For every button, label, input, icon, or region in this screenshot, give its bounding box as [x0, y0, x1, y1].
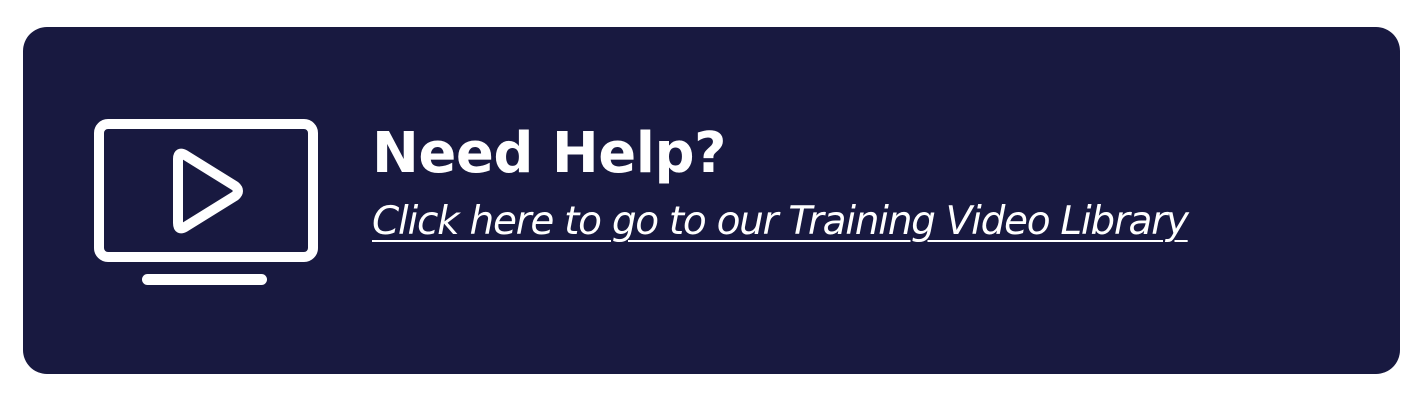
training-video-library-link[interactable]: Click here to go to our Training Video L… — [372, 199, 1189, 245]
help-banner[interactable]: Need Help? Click here to go to our Train… — [23, 27, 1400, 374]
video-monitor-play-icon — [94, 119, 318, 287]
help-heading: Need Help? — [372, 121, 727, 186]
help-text: Need Help? Click here to go to our Train… — [372, 119, 1372, 245]
